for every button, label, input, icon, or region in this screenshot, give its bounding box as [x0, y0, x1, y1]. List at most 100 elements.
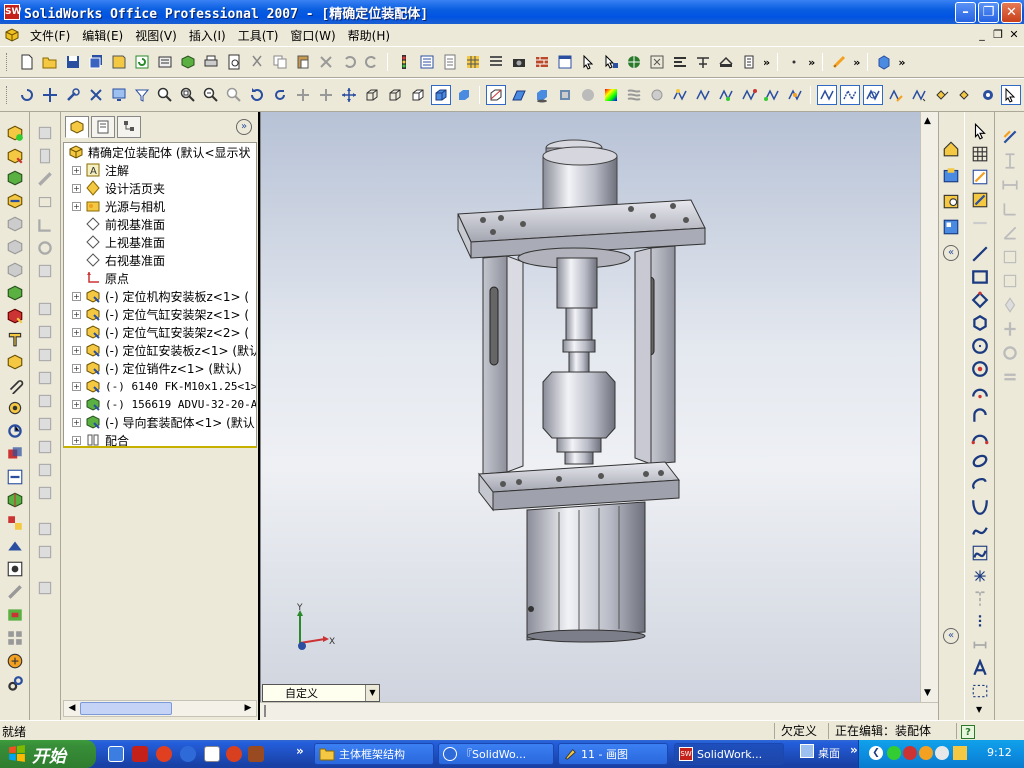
make-drawing-icon[interactable] — [109, 52, 129, 72]
interference-detection-icon[interactable] — [6, 445, 24, 463]
tree-item[interactable]: + (-) 定位气缸安装架z<1> ( — [64, 305, 249, 323]
expand-icon[interactable]: + — [72, 381, 81, 391]
show-component-icon[interactable] — [6, 238, 24, 256]
more-tools-icon[interactable]: ▼ — [976, 705, 982, 714]
tree-item[interactable]: + (-) 定位机构安装板z<1> ( — [64, 287, 249, 305]
sphere-icon[interactable] — [647, 85, 667, 105]
tree-item[interactable]: + 设计活页夹 — [64, 179, 165, 197]
explode-line-icon[interactable] — [6, 422, 24, 440]
file-explorer-icon[interactable] — [942, 192, 960, 210]
3d-sketch-icon[interactable] — [971, 191, 989, 209]
move-component-icon[interactable] — [955, 85, 975, 105]
tree-item[interactable]: + (-) 导向套装配体<1> (默认 — [64, 413, 255, 431]
3-point-arc-icon[interactable] — [971, 429, 989, 447]
shaded-icon[interactable] — [454, 85, 474, 105]
hide-component-icon[interactable] — [6, 215, 24, 233]
solidworks-app-icon[interactable]: SW — [4, 4, 21, 20]
explode-icon[interactable] — [909, 85, 929, 105]
expand-icon[interactable]: + — [72, 327, 81, 337]
save-icon[interactable] — [63, 52, 83, 72]
tab-configuration-manager[interactable] — [117, 116, 141, 138]
expand-icon[interactable]: + — [72, 399, 81, 409]
assembly-model[interactable]: Y X — [261, 112, 920, 702]
menu-insert[interactable]: 插入(I) — [183, 27, 232, 44]
ellipse-icon[interactable] — [971, 452, 989, 470]
centerpoint-arc-icon[interactable] — [971, 383, 989, 401]
grid-icon[interactable] — [463, 52, 483, 72]
expand-icon[interactable]: + — [72, 309, 81, 319]
zoom-in-out-icon[interactable] — [201, 85, 221, 105]
viewport-vertical-scrollbar[interactable]: ▲ ▼ — [920, 112, 938, 702]
new-icon[interactable] — [17, 52, 37, 72]
print-icon[interactable] — [201, 52, 221, 72]
chamfer-icon[interactable] — [36, 262, 54, 280]
design-library-icon[interactable] — [942, 166, 960, 184]
tree-item[interactable]: + (-) 定位销件z<1> (默认) — [64, 359, 242, 377]
parallelogram-icon[interactable] — [971, 291, 989, 309]
weld-bead-icon[interactable] — [6, 583, 24, 601]
print-preview-icon[interactable] — [224, 52, 244, 72]
filter-select-icon[interactable] — [601, 52, 621, 72]
curvature-icon[interactable] — [578, 85, 598, 105]
roll-icon[interactable] — [270, 85, 290, 105]
centerline-icon[interactable] — [971, 590, 989, 608]
expand-icon[interactable]: + — [72, 345, 81, 355]
wrap-icon[interactable] — [36, 392, 54, 410]
select-arrow-icon[interactable] — [578, 52, 598, 72]
mate-4-icon[interactable] — [739, 85, 759, 105]
instant3d-icon[interactable] — [36, 579, 54, 597]
hide-show-icon[interactable] — [816, 85, 837, 105]
edit-component-icon[interactable] — [886, 85, 906, 105]
messenger-icon[interactable] — [180, 746, 196, 762]
browser-icon[interactable] — [156, 746, 172, 762]
point-icon[interactable] — [784, 52, 804, 72]
menu-edit[interactable]: 编辑(E) — [76, 27, 129, 44]
sweep-icon[interactable] — [36, 170, 54, 188]
large-assembly-icon[interactable] — [6, 514, 24, 532]
file-properties-icon[interactable] — [440, 52, 460, 72]
linear-pattern-icon[interactable] — [971, 636, 989, 654]
insert-component-icon[interactable] — [6, 124, 24, 142]
rotate-view-icon[interactable] — [17, 85, 37, 105]
mate-3-icon[interactable] — [716, 85, 736, 105]
save-all-icon[interactable] — [86, 52, 106, 72]
selection-filter-icon[interactable] — [132, 85, 152, 105]
rebuild-icon[interactable] — [132, 52, 152, 72]
tree-item[interactable]: + 配合 — [64, 431, 129, 446]
curve-icon[interactable] — [36, 520, 54, 538]
partial-ellipse-icon[interactable] — [971, 475, 989, 493]
assembly-pattern-icon[interactable] — [6, 629, 24, 647]
transparency-component-icon[interactable] — [6, 261, 24, 279]
reference-geometry-icon[interactable] — [36, 543, 54, 561]
transparency-icon[interactable] — [839, 85, 860, 105]
tree-item[interactable]: + (-) 定位缸安装板z<1> (默认 — [64, 341, 256, 359]
section-view-icon[interactable] — [485, 85, 506, 105]
open-icon[interactable] — [40, 52, 60, 72]
shadows-icon[interactable] — [532, 85, 552, 105]
hidden-lines-removed-icon[interactable] — [408, 85, 428, 105]
doc-restore-icon[interactable]: ❐ — [990, 27, 1006, 42]
rib-icon[interactable] — [36, 300, 54, 318]
minimize-button[interactable]: – — [955, 2, 976, 23]
antivirus-icon[interactable] — [903, 746, 917, 760]
tray-collapse-icon[interactable]: ❮ — [869, 746, 883, 760]
toolbar-overflow-chevron-3[interactable]: » — [853, 56, 860, 69]
smart-dim-icon[interactable] — [971, 214, 989, 232]
rotate-icon[interactable] — [247, 85, 267, 105]
dimension-icon[interactable] — [693, 52, 713, 72]
vertical-dim-icon[interactable] — [1001, 152, 1019, 170]
rotate-component-icon[interactable] — [978, 85, 998, 105]
properties-icon[interactable] — [417, 52, 437, 72]
loft-icon[interactable] — [36, 193, 54, 211]
perspective-icon[interactable] — [509, 85, 529, 105]
split-icon[interactable] — [36, 484, 54, 502]
ordinate-dim-icon[interactable] — [1001, 200, 1019, 218]
paperclip-icon[interactable] — [6, 376, 24, 394]
layers-icon[interactable] — [739, 52, 759, 72]
menu-tools[interactable]: 工具(T) — [232, 27, 285, 44]
tools-icon[interactable] — [86, 85, 106, 105]
scroll-down-icon[interactable]: ▼ — [924, 688, 931, 698]
clock[interactable]: 9:12 — [987, 746, 1012, 759]
zoom-fit-icon[interactable] — [647, 52, 667, 72]
expand-icon[interactable]: + — [72, 417, 81, 427]
